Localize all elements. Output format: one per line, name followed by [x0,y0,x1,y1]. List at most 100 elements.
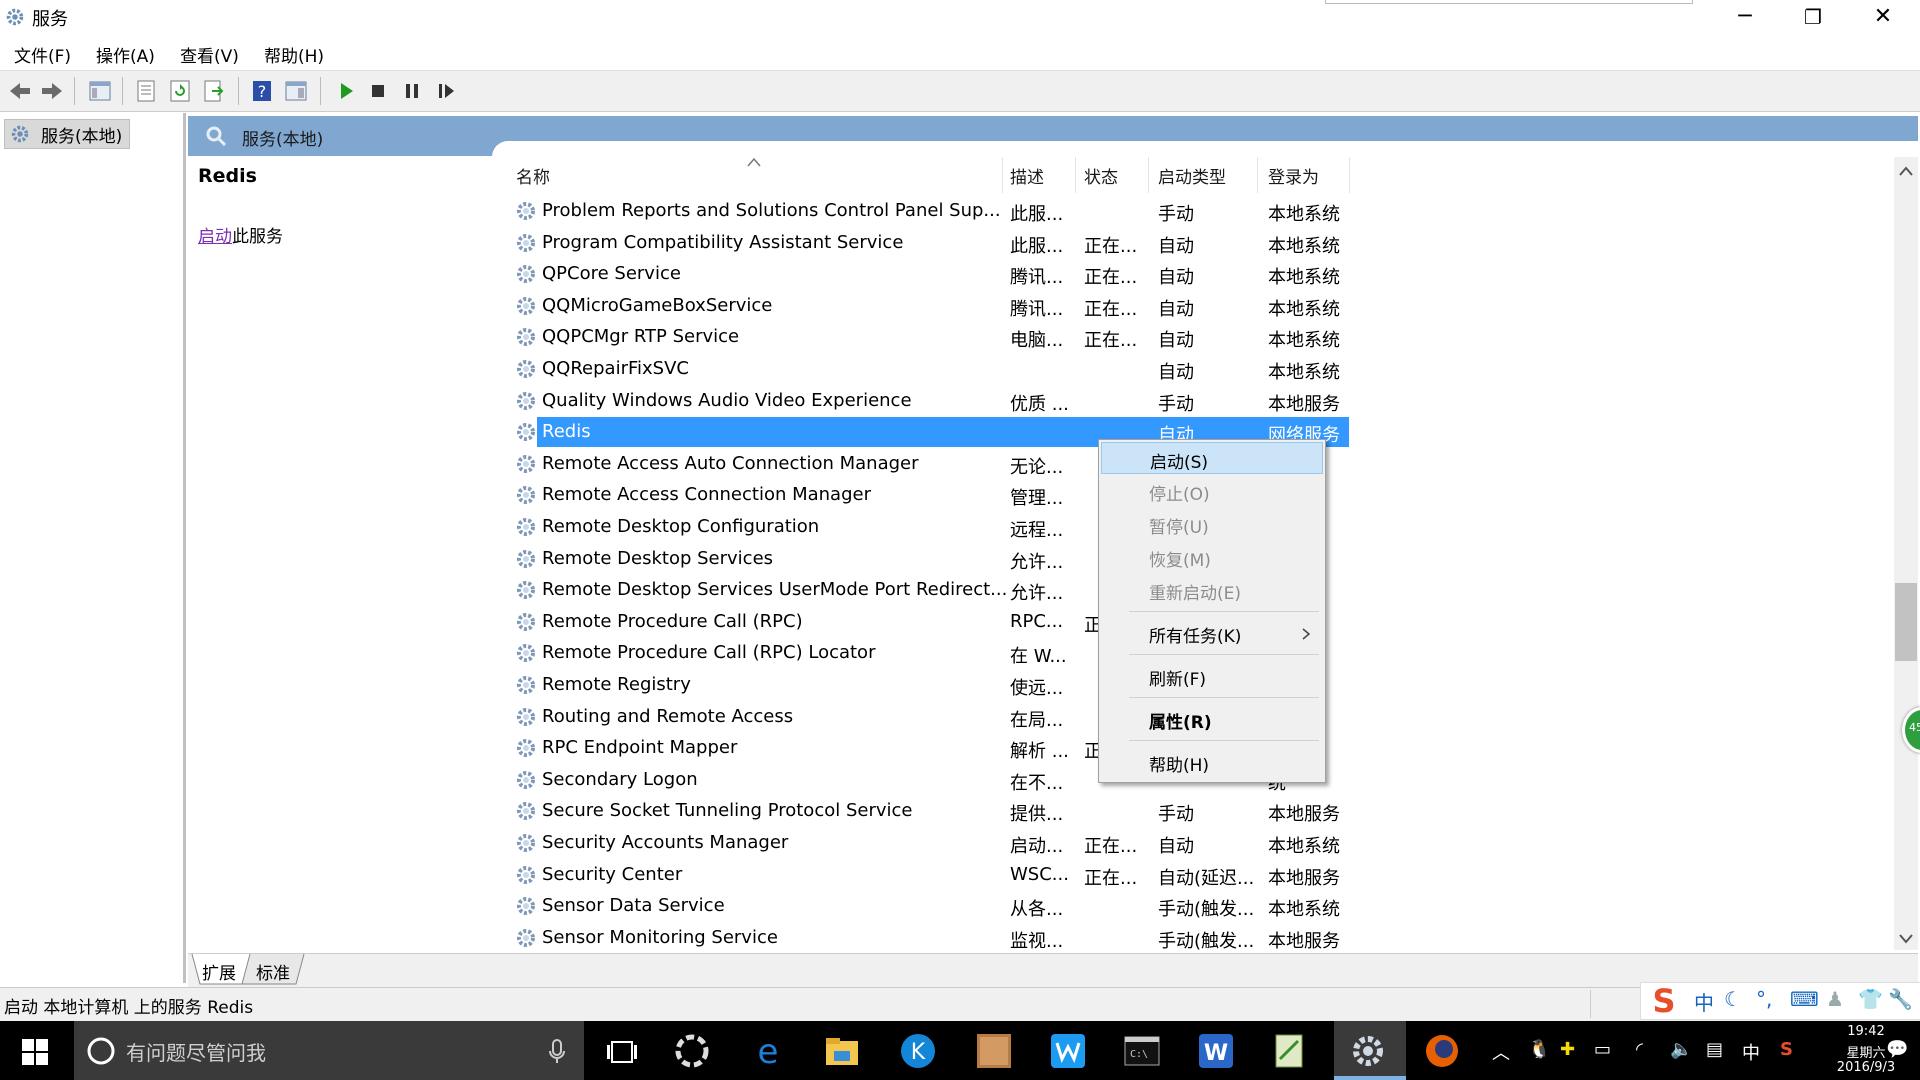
image-viewer-icon[interactable] [974,1031,1014,1071]
properties-sheet-icon[interactable] [134,79,158,103]
context-menu-refresh[interactable]: 刷新(F) [1101,660,1323,692]
service-row[interactable]: QQPCMgr RTP Service 电脑... 正在... 自动 本地系统 [500,321,1896,352]
writer-app-icon[interactable] [1048,1031,1088,1071]
services-gear-app-icon[interactable] [1348,1031,1388,1071]
edge-browser-icon[interactable]: e [748,1031,788,1071]
service-row[interactable]: QQRepairFixSVC 自动 本地系统 [500,353,1896,384]
wifi-icon[interactable]: ◜ [1636,1039,1643,1060]
pinwheel-app-icon[interactable] [672,1031,712,1071]
ime-punctuation-icon[interactable]: °, [1756,987,1772,1011]
tab-extended[interactable]: 扩展 [202,959,236,984]
menu-view[interactable]: 查看(V) [180,42,239,67]
service-startup-type: 自动 [1158,330,1194,352]
context-menu-pause[interactable]: 暂停(U) [1101,508,1323,540]
column-header-logon-as[interactable]: 登录为 [1268,163,1319,188]
service-row[interactable]: Program Compatibility Assistant Service 此… [500,227,1896,258]
ime-skin-icon[interactable]: 👕 [1858,987,1883,1011]
context-menu-help[interactable]: 帮助(H) [1101,746,1323,778]
export-list-icon[interactable] [202,79,226,103]
service-startup-type: 自动 [1158,235,1194,257]
service-row[interactable]: QPCore Service 腾讯... 正在... 自动 本地系统 [500,258,1896,289]
column-header-startup-type[interactable]: 启动类型 [1158,163,1226,188]
menu-file[interactable]: 文件(F) [14,42,71,67]
maximize-button[interactable]: ❐ [1778,0,1848,34]
forward-arrow-icon[interactable] [40,79,64,103]
column-separator[interactable] [1075,157,1076,193]
service-row[interactable]: Sensor Monitoring Service 监视... 手动(触发... 本地… [500,922,1896,950]
column-header-description[interactable]: 描述 [1010,163,1044,188]
battery-icon[interactable]: ▭ [1594,1039,1611,1060]
ime-language[interactable]: 中 [1694,987,1714,1016]
input-language-indicator[interactable]: 中 [1742,1039,1760,1065]
column-header-name[interactable]: 名称 [516,163,550,188]
command-prompt-icon[interactable]: C:\ [1122,1031,1162,1071]
word-app-icon[interactable]: W [1196,1031,1236,1071]
show-hide-action-pane-icon[interactable] [284,79,308,103]
context-menu-start[interactable]: 启动(S) [1101,442,1323,474]
vertical-scrollbar[interactable] [1894,157,1918,950]
refresh-icon[interactable] [168,79,192,103]
ime-moon-icon[interactable]: ☾ [1724,987,1742,1011]
column-separator[interactable] [1002,157,1003,193]
back-arrow-icon[interactable] [8,79,32,103]
cortana-icon[interactable] [86,1036,116,1066]
service-row[interactable]: Sensor Data Service 从各... 手动(触发... 本地系统 [500,890,1896,921]
tab-standard[interactable]: 标准 [256,959,290,984]
qq-tray-icon[interactable]: 🐧 [1528,1039,1550,1060]
context-menu-all-tasks[interactable]: 所有任务(K) [1101,617,1323,649]
microphone-icon[interactable] [548,1039,566,1065]
context-menu-resume[interactable]: 恢复(M) [1101,541,1323,573]
scroll-up-arrow-icon[interactable] [1898,164,1914,178]
action-center-icon[interactable]: ▤ [1706,1039,1723,1060]
context-menu-label: 所有任务(K) [1149,627,1242,647]
column-header-status[interactable]: 状态 [1084,163,1118,188]
security-guard-tray-icon[interactable]: ✚ [1560,1039,1575,1060]
pause-icon[interactable] [400,79,424,103]
windows-start-icon[interactable] [22,1039,48,1065]
menu-action[interactable]: 操作(A) [96,42,155,67]
scrollbar-thumb[interactable] [1895,583,1917,661]
volume-icon[interactable]: 🔈 [1670,1039,1692,1060]
ime-user-icon[interactable]: ♟ [1826,987,1844,1011]
show-hidden-icons-chevron[interactable]: ︿ [1492,1039,1510,1065]
firefox-browser-icon[interactable] [1422,1031,1462,1071]
notepad-plus-icon[interactable] [1270,1031,1310,1071]
close-button[interactable]: ✕ [1848,0,1918,34]
service-row[interactable]: Secure Socket Tunneling Protocol Service… [500,795,1896,826]
service-gear-icon [517,391,535,410]
stop-icon[interactable] [366,79,390,103]
sogou-logo-icon[interactable]: S [1646,982,1682,1018]
title-bar [0,0,1920,34]
file-explorer-icon[interactable] [822,1031,862,1071]
service-row[interactable]: Problem Reports and Solutions Control Pa… [500,195,1896,226]
service-row[interactable]: QQMicroGameBoxService 腾讯... 正在... 自动 本地系统 [500,290,1896,321]
context-menu-restart[interactable]: 重新启动(E) [1101,574,1323,606]
clock-date[interactable]: 2016/9/3 [1826,1060,1906,1075]
context-menu-properties[interactable]: 属性(R) [1101,703,1323,735]
service-startup-type: 手动 [1158,804,1194,826]
ime-tools-icon[interactable]: 🔧 [1888,987,1913,1011]
tree-item-services-local[interactable]: 服务(本地) [4,119,130,149]
task-view-icon[interactable] [606,1039,638,1065]
play-icon[interactable] [334,79,358,103]
ime-keyboard-icon[interactable]: ⌨ [1790,987,1819,1011]
service-row[interactable]: Security Center WSC... 正在... 自动(延迟... 本地服务 [500,859,1896,890]
service-row[interactable]: Quality Windows Audio Video Experience 优质… [500,385,1896,416]
console-tree-icon[interactable] [88,79,112,103]
context-menu-stop[interactable]: 停止(O) [1101,475,1323,507]
menu-help[interactable]: 帮助(H) [264,42,324,67]
service-row[interactable]: Security Accounts Manager 启动... 正在... 自动 本地系… [500,827,1896,858]
header-notch [492,141,1918,157]
minimize-button[interactable]: ─ [1710,0,1780,34]
restart-icon[interactable] [434,79,458,103]
help-icon[interactable]: ? [250,79,274,103]
column-separator[interactable] [1257,157,1258,193]
sogou-tray-icon[interactable]: S [1780,1039,1793,1060]
column-separator[interactable] [1349,157,1350,193]
column-separator[interactable] [1148,157,1149,193]
kugou-music-icon[interactable]: K [898,1031,938,1071]
notifications-icon[interactable]: 💬 [1886,1039,1908,1060]
start-service-link[interactable]: 启动 [198,227,232,247]
clock-time[interactable]: 19:42 [1838,1024,1894,1039]
scroll-down-arrow-icon[interactable] [1898,932,1914,946]
